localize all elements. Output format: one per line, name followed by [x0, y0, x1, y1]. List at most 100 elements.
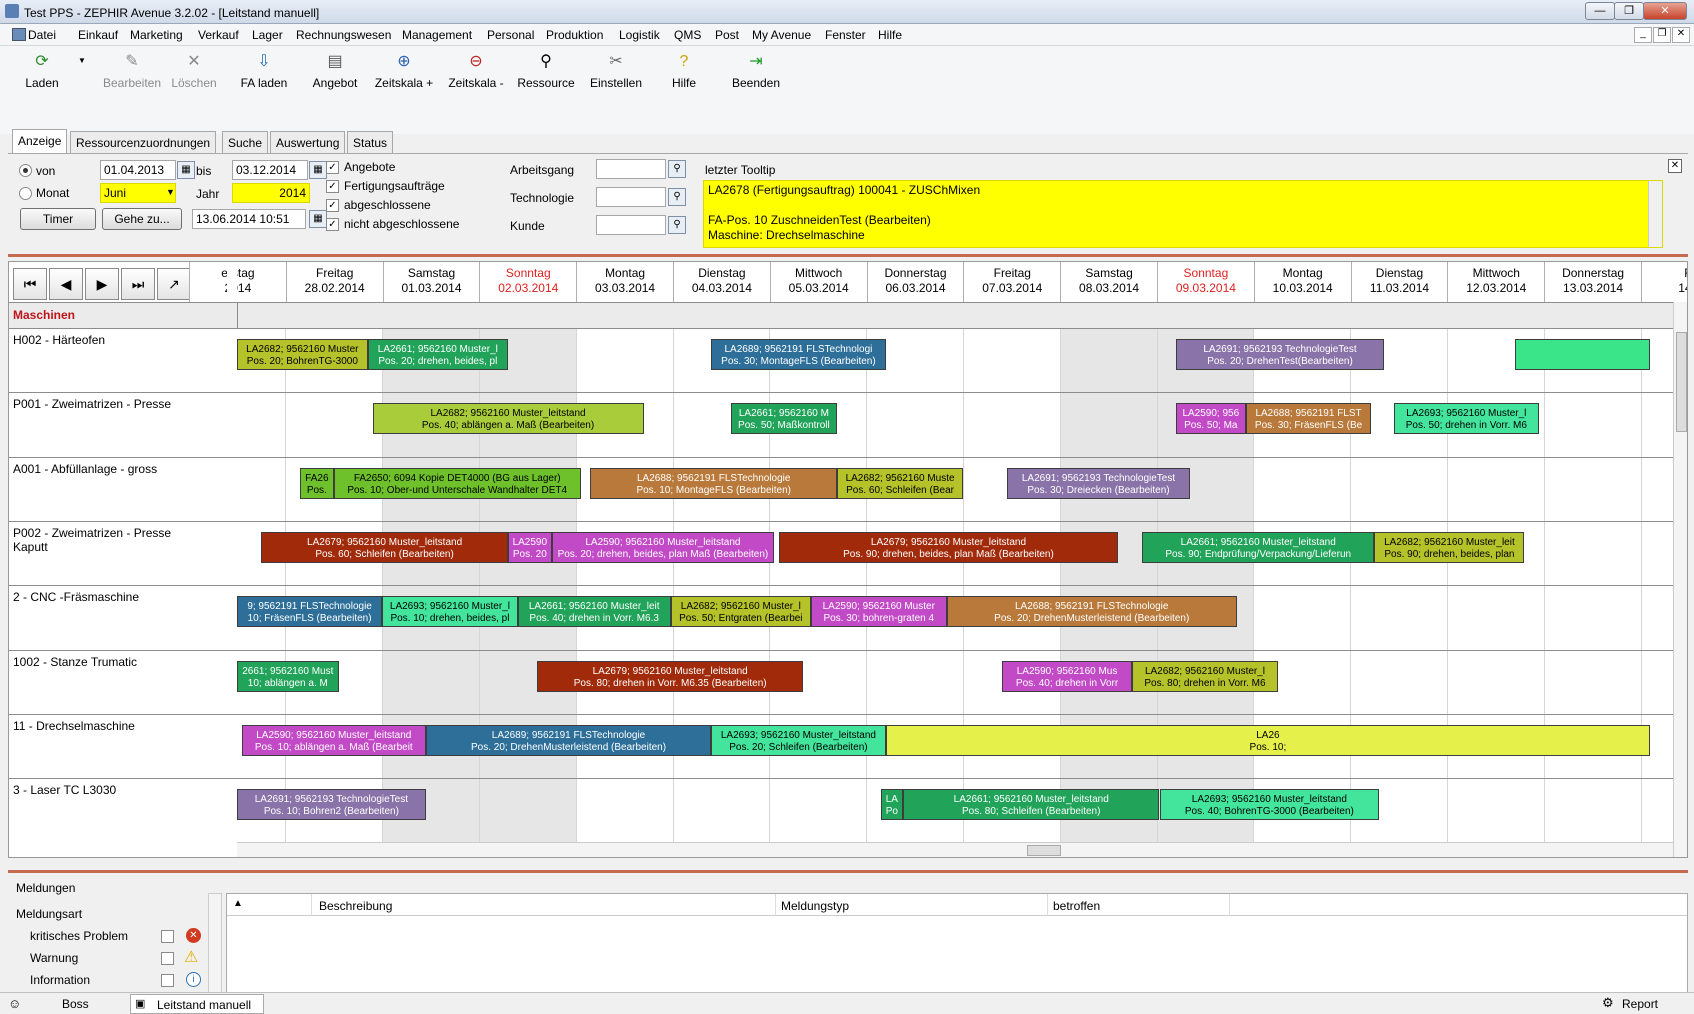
- task-bar[interactable]: LA Po: [880, 789, 903, 821]
- menu-item-management[interactable]: Management: [402, 28, 472, 42]
- fa-checkbox[interactable]: ✓: [326, 180, 339, 193]
- menu-item-personal[interactable]: Personal: [487, 28, 534, 42]
- task-bar[interactable]: LA26 Pos. 10;: [885, 724, 1651, 756]
- resource-label[interactable]: H002 - Härteofen: [9, 328, 237, 393]
- von-radio[interactable]: [19, 164, 32, 177]
- menu-item-marketing[interactable]: Marketing: [130, 28, 183, 42]
- close-icon[interactable]: ✕: [1668, 159, 1682, 173]
- chevron-down-icon[interactable]: ▼: [166, 187, 175, 197]
- report-label[interactable]: Report: [1622, 997, 1658, 1011]
- horizontal-scrollbar[interactable]: [237, 842, 1673, 857]
- task-bar[interactable]: LA2682; 9562160 Muster Pos. 20; BohrenTG-…: [237, 339, 368, 370]
- zeitskala-plus-button[interactable]: ⊕ Zeitskala +: [368, 52, 440, 90]
- task-bar[interactable]: LA2590; 9562160 Muster_leitstand Pos. 10;…: [241, 724, 426, 756]
- task-bar[interactable]: LA2682; 9562160 Muster_l Pos. 50; Entgrat…: [670, 596, 812, 628]
- last-icon[interactable]: ⏭: [121, 268, 155, 300]
- window-tab[interactable]: ▣ Leitstand manuell: [130, 994, 264, 1014]
- tab-suche[interactable]: Suche: [222, 131, 269, 153]
- task-bar[interactable]: LA2661; 9562160 Muster_leitstand Pos. 80;…: [902, 789, 1160, 821]
- hilfe-button[interactable]: ? Hilfe: [652, 52, 716, 90]
- kunde-input[interactable]: [596, 215, 666, 235]
- task-bar[interactable]: LA2682; 9562160 Muste Pos. 60; Schleifen …: [837, 467, 963, 499]
- einstellen-button[interactable]: ✂ Einstellen: [582, 52, 650, 90]
- warnung-checkbox[interactable]: [161, 952, 174, 965]
- information-checkbox[interactable]: [161, 974, 174, 987]
- task-bar[interactable]: FA26 Pos.: [299, 467, 334, 499]
- task-bar[interactable]: LA2691; 9562193 TechnologieTest Pos. 10; …: [237, 789, 426, 821]
- task-bar[interactable]: LA2691; 9562193 TechnologieTest Pos. 20; …: [1175, 339, 1385, 370]
- search-icon[interactable]: ⚲: [668, 160, 686, 178]
- menu-item-lager[interactable]: Lager: [252, 28, 283, 42]
- task-bar[interactable]: LA2590; 9562160 Muster_leitstand Pos. 20;…: [551, 531, 775, 563]
- minimize-button[interactable]: —: [1585, 2, 1615, 20]
- monat-select[interactable]: Juni: [100, 183, 176, 203]
- bearbeiten-button[interactable]: ✎ Bearbeiten: [92, 52, 172, 90]
- task-bar[interactable]: LA2682; 9562160 Muster_l Pos. 80; drehen …: [1132, 660, 1278, 692]
- laden-dropdown-icon[interactable]: ▼: [78, 56, 86, 65]
- arbeitsgang-input[interactable]: [596, 159, 666, 179]
- task-bar[interactable]: LA2590; 956 Pos. 50; Ma: [1175, 403, 1246, 435]
- angebot-button[interactable]: ▤ Angebot: [302, 52, 368, 90]
- tab-anzeige[interactable]: Anzeige: [12, 129, 68, 154]
- task-bar[interactable]: LA2693; 9562160 Muster_leitstand Pos. 40;…: [1159, 789, 1380, 821]
- task-bar[interactable]: LA2679; 9562160 Muster_leitstand Pos. 90;…: [779, 531, 1118, 563]
- timer-button[interactable]: Timer: [20, 208, 96, 230]
- loeschen-button[interactable]: ✕ Löschen: [162, 52, 226, 90]
- fa-laden-button[interactable]: ⇩ FA laden: [232, 52, 296, 90]
- search-icon[interactable]: ⚲: [668, 216, 686, 234]
- col-betroffen[interactable]: betroffen: [1053, 899, 1100, 913]
- von-date-input[interactable]: 01.04.2013: [100, 160, 176, 180]
- menu-item-rechnungswesen[interactable]: Rechnungswesen: [296, 28, 391, 42]
- tab-status[interactable]: Status: [347, 131, 394, 153]
- jahr-input[interactable]: 2014: [232, 183, 310, 203]
- task-bar[interactable]: [1514, 339, 1651, 370]
- splitter[interactable]: [8, 254, 1688, 257]
- first-icon[interactable]: ⏮: [13, 268, 47, 300]
- task-bar[interactable]: LA2661; 9562160 Muster_l Pos. 20; drehen,…: [367, 339, 509, 370]
- technologie-input[interactable]: [596, 187, 666, 207]
- beenden-button[interactable]: ⇥ Beenden: [722, 52, 790, 90]
- menu-item-fenster[interactable]: Fenster: [825, 28, 866, 42]
- task-bar[interactable]: LA2689; 9562191 FLSTechnologi Pos. 30; Mo…: [711, 339, 886, 370]
- menu-item-produktion[interactable]: Produktion: [546, 28, 603, 42]
- task-bar[interactable]: LA2679; 9562160 Muster_leitstand Pos. 60;…: [261, 531, 509, 563]
- resource-label[interactable]: 11 - Drechselmaschine: [9, 713, 237, 779]
- task-bar[interactable]: 9; 9562191 FLSTechnologie 10; FräsenFLS (…: [237, 596, 383, 628]
- abgeschlossen-checkbox[interactable]: ✓: [326, 199, 339, 212]
- meldungsart-scrollbar[interactable]: [208, 893, 222, 993]
- task-bar[interactable]: LA2688; 9562191 FLST Pos. 30; FräsenFLS (…: [1245, 403, 1372, 435]
- mdi-restore-icon[interactable]: ❐: [1653, 27, 1671, 43]
- tooltip-scrollbar[interactable]: [1648, 181, 1662, 247]
- calendar-icon[interactable]: ▦: [309, 210, 327, 228]
- task-bar[interactable]: LA2590; 9562160 Muster Pos. 30; bohren-gr…: [811, 596, 947, 628]
- task-bar[interactable]: LA2682; 9562160 Muster_leit Pos. 90; dreh…: [1374, 531, 1525, 563]
- resource-label[interactable]: P001 - Zweimatrizen - Presse: [9, 392, 237, 457]
- mdi-close-icon[interactable]: ✕: [1672, 27, 1690, 43]
- zeitskala-minus-button[interactable]: ⊖ Zeitskala -: [440, 52, 512, 90]
- task-bar[interactable]: LA2691; 9562193 TechnologieTest Pos. 30; …: [1006, 467, 1191, 499]
- bis-date-input[interactable]: 03.12.2014: [232, 160, 308, 180]
- nicht-abgeschlossen-checkbox[interactable]: ✓: [326, 218, 339, 231]
- kritisch-checkbox[interactable]: [161, 930, 174, 943]
- menu-item-my-avenue[interactable]: My Avenue: [752, 28, 811, 42]
- prev-icon[interactable]: ◀: [49, 268, 83, 300]
- task-bar[interactable]: LA2693; 9562160 Muster_l Pos. 50; drehen …: [1393, 403, 1539, 435]
- angebote-checkbox[interactable]: ✓: [326, 161, 339, 174]
- menu-item-einkauf[interactable]: Einkauf: [78, 28, 118, 42]
- menu-item-verkauf[interactable]: Verkauf: [198, 28, 239, 42]
- menu-item-logistik[interactable]: Logistik: [619, 28, 660, 42]
- close-button[interactable]: ✕: [1643, 2, 1687, 20]
- task-bar[interactable]: LA2590 Pos. 20: [508, 531, 552, 563]
- task-bar[interactable]: LA2682; 9562160 Muster_leitstand Pos. 40;…: [372, 403, 644, 435]
- next-icon[interactable]: ▶: [85, 268, 119, 300]
- calendar-icon[interactable]: ▦: [177, 161, 195, 179]
- search-icon[interactable]: ⚲: [668, 188, 686, 206]
- resource-label[interactable]: 2 - CNC -Fräsmaschine: [9, 585, 237, 650]
- task-bar[interactable]: LA2688; 9562191 FLSTechnologie Pos. 20; D…: [946, 596, 1237, 628]
- task-bar[interactable]: LA2679; 9562160 Muster_leitstand Pos. 80;…: [537, 660, 804, 692]
- task-bar[interactable]: LA2693; 9562160 Muster_leitstand Pos. 20;…: [711, 724, 886, 756]
- calendar-icon[interactable]: ▦: [309, 161, 327, 179]
- menu-item-hilfe[interactable]: Hilfe: [878, 28, 902, 42]
- task-bar[interactable]: LA2661; 9562160 Muster_leit Pos. 40; dreh…: [517, 596, 671, 628]
- task-bar[interactable]: LA2661; 9562160 Muster_leitstand Pos. 90;…: [1142, 531, 1375, 563]
